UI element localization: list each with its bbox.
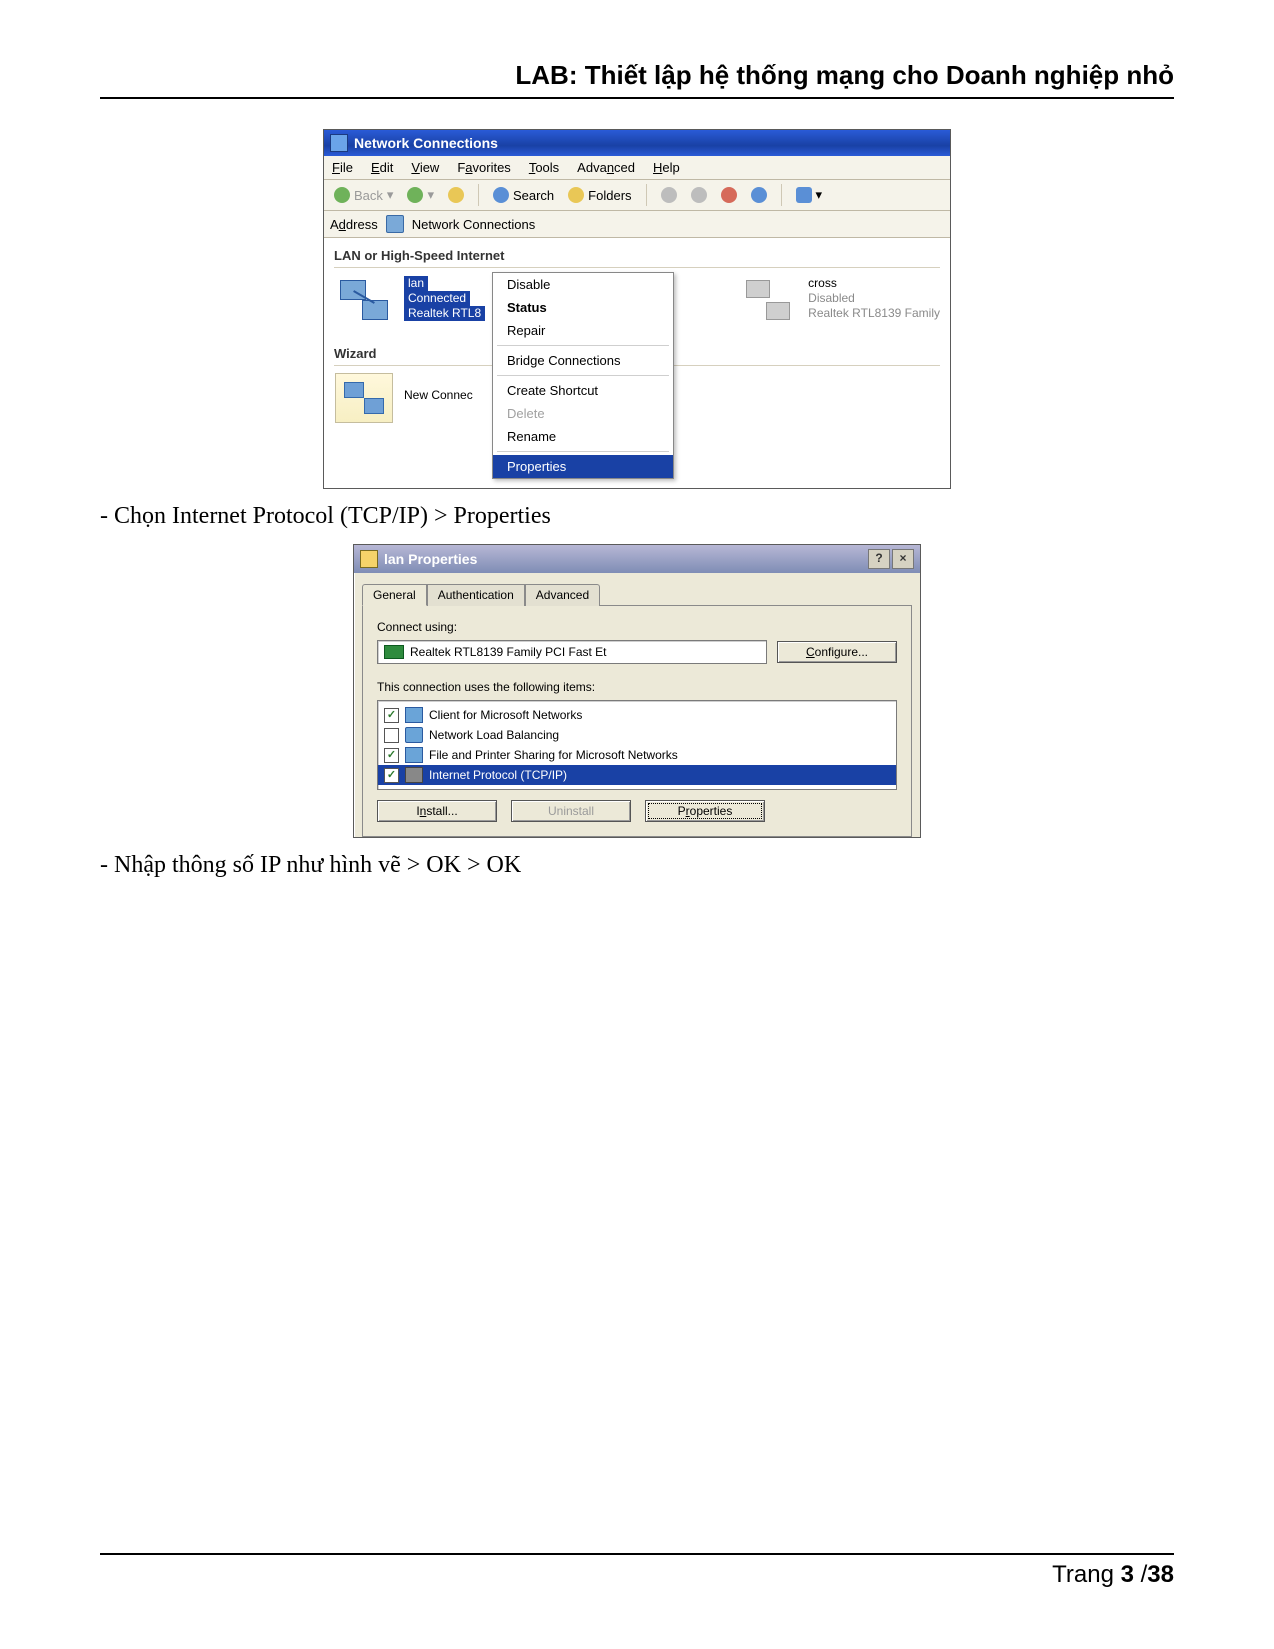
address-bar: Address Network Connections: [324, 211, 950, 238]
configure-button[interactable]: Configure...: [777, 641, 897, 663]
tcpip-icon: [405, 767, 423, 783]
cross-icon-wrap[interactable]: [738, 276, 798, 324]
back-button[interactable]: Back ▾: [330, 185, 397, 205]
item-nlb[interactable]: Network Load Balancing: [378, 725, 896, 745]
nlb-icon: [405, 727, 423, 743]
step3-text: - Nhập thông số IP như hình vẽ > OK > OK: [100, 852, 1174, 879]
netconn-window: Network Connections File Edit View Favor…: [323, 129, 951, 489]
client-icon: [405, 707, 423, 723]
cross-status: Disabled: [808, 291, 855, 305]
context-menu: Disable Status Repair Bridge Connections…: [492, 272, 674, 479]
titlebar[interactable]: Network Connections: [324, 130, 950, 156]
folders-button[interactable]: Folders: [564, 185, 635, 205]
page-footer: Trang 3 /38: [100, 1553, 1174, 1589]
page-header: LAB: Thiết lập hệ thống mạng cho Doanh n…: [100, 60, 1174, 99]
fps-icon: [405, 747, 423, 763]
cross-device: Realtek RTL8139 Family: [808, 306, 940, 320]
folders-icon: [568, 187, 584, 203]
lan-status: Connected: [404, 291, 470, 306]
ctx-properties[interactable]: Properties: [493, 455, 673, 478]
tab-advanced[interactable]: Advanced: [525, 584, 600, 606]
tabs: General Authentication Advanced: [362, 583, 920, 605]
cross-name: cross: [808, 276, 837, 290]
wizard-icon[interactable]: [334, 374, 394, 422]
ctx-disable[interactable]: Disable: [493, 273, 673, 296]
help-button[interactable]: ?: [868, 549, 890, 569]
lan-name: lan: [404, 276, 428, 291]
search-icon: [493, 187, 509, 203]
views-button[interactable]: ▾: [792, 185, 827, 205]
properties-button[interactable]: Properties: [645, 800, 765, 822]
netconn-icon: [330, 134, 348, 152]
tab-auth[interactable]: Authentication: [427, 584, 525, 606]
checkbox-client[interactable]: [384, 708, 399, 723]
checkbox-fps[interactable]: [384, 748, 399, 763]
copyto-button[interactable]: [687, 185, 711, 205]
delete-x-icon: [721, 187, 737, 203]
toolbar: Back ▾ ▾ Search Folders: [324, 180, 950, 211]
item-fps[interactable]: File and Printer Sharing for Microsoft N…: [378, 745, 896, 765]
undo-button[interactable]: [747, 185, 771, 205]
dialog-icon: [360, 550, 378, 568]
nic-icon: [384, 645, 404, 659]
lan-icon[interactable]: [334, 276, 394, 324]
forward-icon: [407, 187, 423, 203]
back-icon: [334, 187, 350, 203]
close-button[interactable]: ×: [892, 549, 914, 569]
delete-button[interactable]: [717, 185, 741, 205]
up-button[interactable]: [444, 185, 468, 205]
search-button[interactable]: Search: [489, 185, 558, 205]
address-label: Address: [330, 217, 378, 232]
moveto-icon: [661, 187, 677, 203]
section-lan: LAN or High-Speed Internet: [334, 244, 940, 268]
ctx-status[interactable]: Status: [493, 296, 673, 319]
item-tcpip[interactable]: Internet Protocol (TCP/IP): [378, 765, 896, 785]
ctx-bridge[interactable]: Bridge Connections: [493, 349, 673, 372]
views-icon: [796, 187, 812, 203]
ctx-delete: Delete: [493, 402, 673, 425]
undo-icon: [751, 187, 767, 203]
tab-general[interactable]: General: [362, 584, 427, 606]
menu-tools[interactable]: Tools: [529, 160, 559, 175]
uninstall-button: Uninstall: [511, 800, 631, 822]
window-title: Network Connections: [354, 135, 498, 151]
wizard-item[interactable]: New Connec: [404, 374, 473, 403]
address-value[interactable]: Network Connections: [412, 217, 536, 232]
dialog-title: lan Properties: [384, 551, 477, 567]
dialog-titlebar[interactable]: lan Properties ? ×: [354, 545, 920, 573]
tabpage-general: Connect using: Realtek RTL8139 Family PC…: [362, 605, 912, 837]
menu-edit[interactable]: Edit: [371, 160, 393, 175]
menu-advanced[interactable]: Advanced: [577, 160, 635, 175]
ctx-repair[interactable]: Repair: [493, 319, 673, 342]
ctx-shortcut[interactable]: Create Shortcut: [493, 379, 673, 402]
lan-connection[interactable]: lan Connected Realtek RTL8: [404, 276, 485, 321]
menu-help[interactable]: Help: [653, 160, 680, 175]
up-icon: [448, 187, 464, 203]
ctx-rename[interactable]: Rename: [493, 425, 673, 448]
lanprops-dialog: lan Properties ? × General Authenticatio…: [353, 544, 921, 838]
lan-device: Realtek RTL8: [404, 306, 485, 321]
nic-name: Realtek RTL8139 Family PCI Fast Et: [410, 645, 607, 659]
menu-bar: File Edit View Favorites Tools Advanced …: [324, 156, 950, 180]
items-label: This connection uses the following items…: [377, 680, 897, 694]
menu-favorites[interactable]: Favorites: [457, 160, 510, 175]
items-list[interactable]: Client for Microsoft Networks Network Lo…: [377, 700, 897, 790]
checkbox-tcpip[interactable]: [384, 768, 399, 783]
menu-file[interactable]: File: [332, 160, 353, 175]
forward-button[interactable]: ▾: [403, 185, 438, 205]
connect-using-label: Connect using:: [377, 620, 897, 634]
moveto-button[interactable]: [657, 185, 681, 205]
menu-view[interactable]: View: [411, 160, 439, 175]
checkbox-nlb[interactable]: [384, 728, 399, 743]
step2-text: - Chọn Internet Protocol (TCP/IP) > Prop…: [100, 503, 1174, 530]
install-button[interactable]: Install...: [377, 800, 497, 822]
address-icon: [386, 215, 404, 233]
cross-connection[interactable]: cross Disabled Realtek RTL8139 Family: [808, 276, 940, 321]
item-client[interactable]: Client for Microsoft Networks: [378, 705, 896, 725]
copyto-icon: [691, 187, 707, 203]
